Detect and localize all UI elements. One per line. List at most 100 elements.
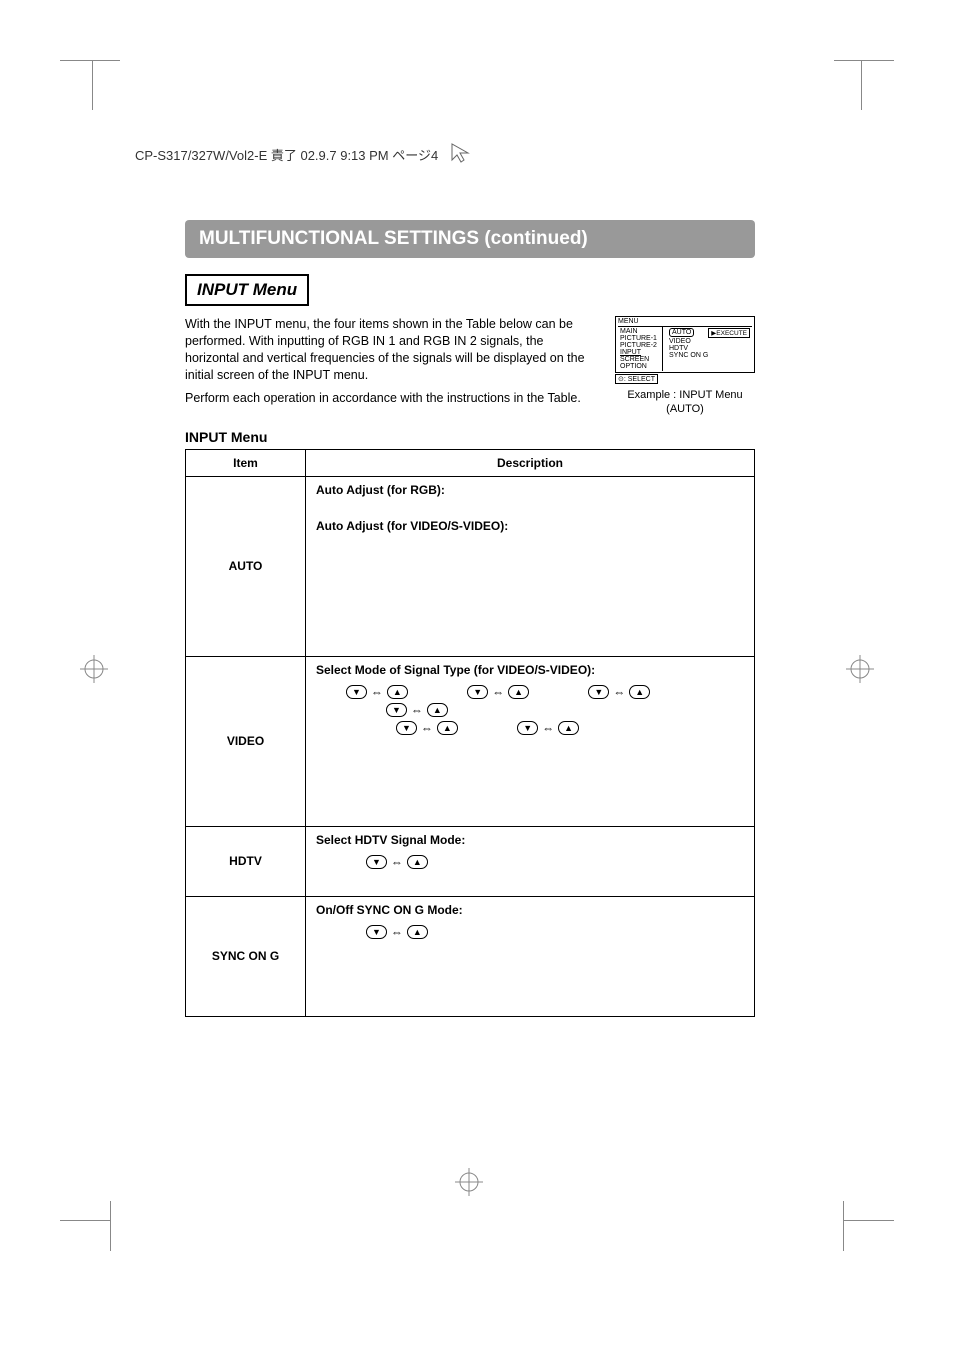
lr-arrow-icon: ⇔ [613,685,625,699]
down-button-icon: ▼ [366,925,387,939]
up-button-icon: ▲ [437,721,458,735]
table-desc-sync-on-g: On/Off SYNC ON G Mode: ▼ ⇔ ▲ [306,896,755,1016]
menu-left-item: MAIN [620,328,660,335]
table-row: AUTO Auto Adjust (for RGB): Auto Adjust … [186,476,755,656]
down-button-icon: ▼ [467,685,488,699]
menu-left-item: OPTION [620,363,660,370]
menu-left-item-selected: INPUT [620,349,660,356]
table-item-auto: AUTO [186,476,306,656]
crop-mark [861,60,862,110]
lr-arrow-icon: ⇔ [371,685,383,699]
crop-mark [110,1201,111,1251]
intro-row: With the INPUT menu, the four items show… [185,316,755,417]
lr-arrow-icon: ⇔ [421,721,433,735]
crop-mark [92,60,93,110]
crop-mark [60,60,120,61]
button-sequence-row: ▼ ⇔ ▲ [316,923,744,941]
desc-subtitle: Auto Adjust (for VIDEO/S-VIDEO): [316,519,744,533]
lr-arrow-icon: ⇔ [391,925,403,939]
up-button-icon: ▲ [407,925,428,939]
intro-para-1: With the INPUT menu, the four items show… [185,316,601,384]
menu-caption-line2: (AUTO) [615,402,755,416]
button-sequence: ▼ ⇔ ▲ [366,855,428,869]
crop-mark [844,1220,894,1221]
menu-caption-line1: Example : INPUT Menu [615,388,755,402]
menu-select-label: ⊙: SELECT [615,374,658,384]
lr-arrow-icon: ⇔ [391,855,403,869]
desc-subtitle: Auto Adjust (for RGB): [316,483,744,497]
button-sequence: ▼ ⇔ ▲ [588,685,650,699]
page-content: MULTIFUNCTIONAL SETTINGS (continued) INP… [185,220,755,1017]
crop-mark [60,1220,110,1221]
menu-right-item: VIDEO [669,338,750,345]
up-button-icon: ▲ [427,703,448,717]
button-sequence: ▼ ⇔ ▲ [386,703,448,717]
menu-execute-label: ▶EXECUTE [708,328,750,338]
menu-box: MENU MAIN PICTURE-1 PICTURE-2 INPUT SCRE… [615,316,755,373]
table-header-item: Item [186,449,306,476]
up-button-icon: ▲ [407,855,428,869]
file-header: CP-S317/327W/Vol2-E 責了 02.9.7 9:13 PM ペー… [135,140,474,169]
menu-right-item-selected: AUTO [669,328,694,337]
menu-right-col: AUTO ▶EXECUTE VIDEO HDTV SYNC ON G [667,327,752,371]
button-sequence-row: ▼ ⇔ ▲ ▼ ⇔ ▲ ▼ ⇔ ▲ [316,683,744,719]
table-header-row: Item Description [186,449,755,476]
menu-left-item: PICTURE-2 [620,342,660,349]
table-row: VIDEO Select Mode of Signal Type (for VI… [186,656,755,826]
button-sequence-row: ▼ ⇔ ▲ [316,853,744,871]
lr-arrow-icon: ⇔ [542,721,554,735]
menu-footer: ⊙: SELECT [615,374,755,384]
up-button-icon: ▲ [508,685,529,699]
file-header-text: CP-S317/327W/Vol2-E 責了 02.9.7 9:13 PM ペー… [135,145,438,164]
up-button-icon: ▲ [558,721,579,735]
down-button-icon: ▼ [346,685,367,699]
menu-left-item: SCREEN [620,356,660,363]
intro-text: With the INPUT menu, the four items show… [185,316,601,406]
button-sequence: ▼ ⇔ ▲ [467,685,529,699]
table-desc-auto: Auto Adjust (for RGB): Auto Adjust (for … [306,476,755,656]
input-table: Item Description AUTO Auto Adjust (for R… [185,449,755,1017]
table-item-hdtv: HDTV [186,826,306,896]
menu-left-col: MAIN PICTURE-1 PICTURE-2 INPUT SCREEN OP… [618,327,663,371]
table-row: HDTV Select HDTV Signal Mode: ▼ ⇔ ▲ [186,826,755,896]
registration-mark-icon [80,655,108,683]
title-banner: MULTIFUNCTIONAL SETTINGS (continued) [185,220,755,258]
menu-caption: Example : INPUT Menu (AUTO) [615,388,755,417]
menu-right-item: HDTV [669,345,750,352]
crop-mark [843,1201,844,1251]
menu-title: MENU [618,318,752,327]
down-button-icon: ▼ [386,703,407,717]
down-button-icon: ▼ [588,685,609,699]
table-desc-video: Select Mode of Signal Type (for VIDEO/S-… [306,656,755,826]
lr-arrow-icon: ⇔ [492,685,504,699]
table-item-sync-on-g: SYNC ON G [186,896,306,1016]
button-sequence-row: ▼ ⇔ ▲ ▼ ⇔ ▲ [316,719,744,737]
table-header-description: Description [306,449,755,476]
menu-preview: MENU MAIN PICTURE-1 PICTURE-2 INPUT SCRE… [615,316,755,417]
button-sequence: ▼ ⇔ ▲ [396,721,458,735]
intro-para-2: Perform each operation in accordance wit… [185,390,601,407]
registration-mark-icon [455,1168,483,1196]
cursor-arrow-icon [448,140,474,169]
down-button-icon: ▼ [366,855,387,869]
down-button-icon: ▼ [517,721,538,735]
lr-arrow-icon: ⇔ [411,703,423,717]
up-button-icon: ▲ [629,685,650,699]
section-header: INPUT Menu [185,274,309,306]
button-sequence: ▼ ⇔ ▲ [517,721,579,735]
desc-subtitle: Select Mode of Signal Type (for VIDEO/S-… [316,663,744,677]
desc-subtitle: On/Off SYNC ON G Mode: [316,903,744,917]
crop-mark [834,60,894,61]
down-button-icon: ▼ [396,721,417,735]
up-button-icon: ▲ [387,685,408,699]
registration-mark-icon [846,655,874,683]
menu-content: MAIN PICTURE-1 PICTURE-2 INPUT SCREEN OP… [618,327,752,371]
button-sequence: ▼ ⇔ ▲ [346,685,408,699]
table-item-video: VIDEO [186,656,306,826]
table-desc-hdtv: Select HDTV Signal Mode: ▼ ⇔ ▲ [306,826,755,896]
table-row: SYNC ON G On/Off SYNC ON G Mode: ▼ ⇔ ▲ [186,896,755,1016]
menu-right-item: SYNC ON G [669,352,750,359]
desc-subtitle: Select HDTV Signal Mode: [316,833,744,847]
menu-left-item: PICTURE-1 [620,335,660,342]
button-sequence: ▼ ⇔ ▲ [366,925,428,939]
